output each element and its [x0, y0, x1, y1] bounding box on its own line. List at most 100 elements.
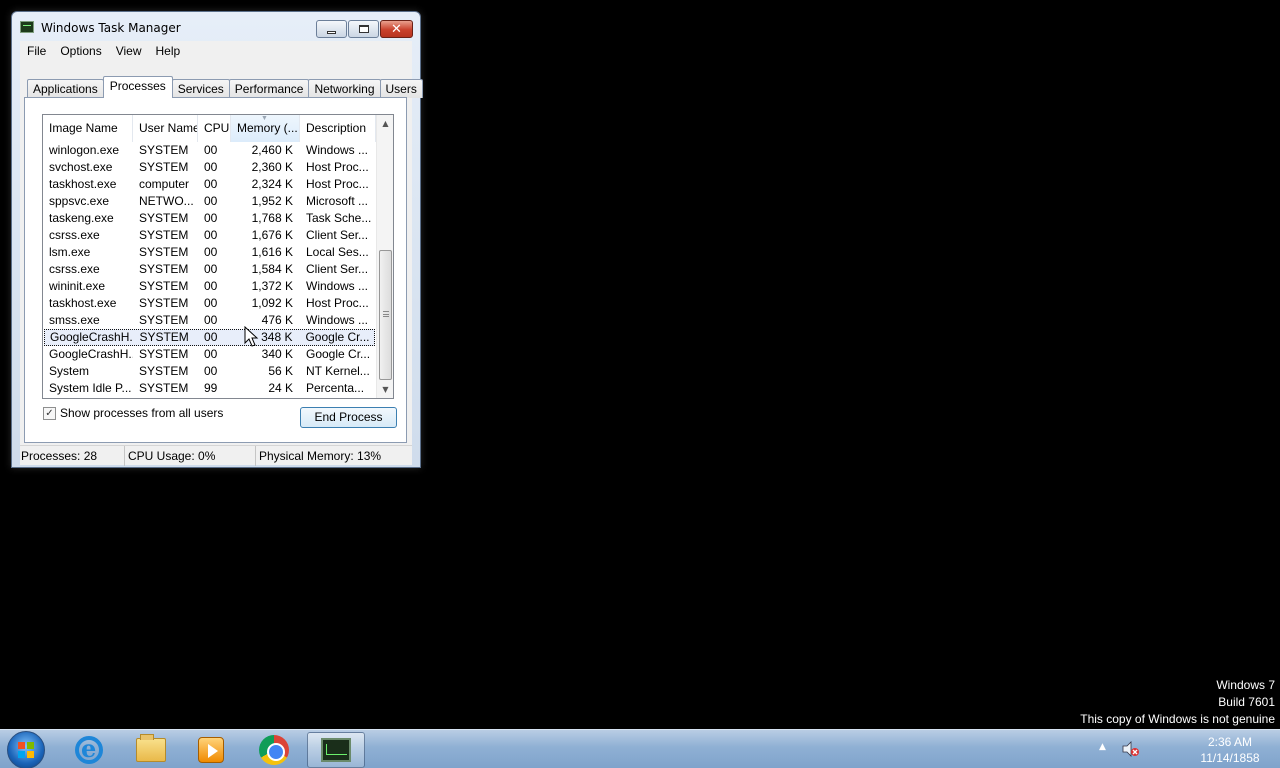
process-cpu: 00 [204, 262, 218, 276]
column-cpu[interactable]: CPU [198, 115, 231, 142]
process-description: NT Kernel... [306, 364, 370, 378]
column-description[interactable]: Description [300, 115, 376, 142]
scroll-thumb[interactable] [379, 250, 392, 380]
taskbar-chrome[interactable] [245, 732, 303, 768]
process-memory: 1,584 K [251, 262, 293, 276]
process-cpu: 00 [204, 177, 218, 191]
close-button[interactable]: ✕ [380, 20, 413, 38]
maximize-button[interactable] [348, 20, 379, 38]
process-row[interactable]: System SYSTEM 00 56 K NT Kernel... [43, 363, 376, 380]
process-cpu: 00 [204, 143, 218, 157]
process-row[interactable]: winlogon.exe SYSTEM 00 2,460 K Windows ... [43, 142, 376, 159]
internet-explorer-icon [75, 734, 103, 764]
process-user-name: SYSTEM [139, 262, 189, 276]
process-image-name: GoogleCrashH... [50, 330, 134, 344]
media-player-icon [198, 737, 224, 763]
tab-performance[interactable]: Performance [228, 79, 310, 98]
process-description: Windows ... [306, 143, 369, 157]
process-row[interactable]: wininit.exe SYSTEM 00 1,372 K Windows ... [43, 278, 376, 295]
process-row[interactable]: csrss.exe SYSTEM 00 1,676 K Client Ser... [43, 227, 376, 244]
task-manager-icon [20, 21, 34, 33]
process-memory: 1,092 K [251, 296, 293, 310]
process-list[interactable]: Image Name User Name CPU ▼ Memory (... D… [42, 114, 394, 399]
process-row[interactable]: smss.exe SYSTEM 00 476 K Windows ... [43, 312, 376, 329]
clock-date: 11/14/1858 [1200, 751, 1260, 765]
show-all-users-checkbox[interactable]: ✓ [43, 406, 56, 420]
column-image-name[interactable]: Image Name [43, 115, 133, 142]
speaker-muted-icon[interactable] [1122, 741, 1140, 757]
process-row[interactable]: sppsvc.exe NETWO... 00 1,952 K Microsoft ... [43, 193, 376, 210]
window-client-area: Applications Processes Services Performa… [20, 61, 423, 445]
process-row[interactable]: taskeng.exe SYSTEM 00 1,768 K Task Sche... [43, 210, 376, 227]
chrome-icon [259, 735, 289, 765]
process-row[interactable]: csrss.exe SYSTEM 00 1,584 K Client Ser... [43, 261, 376, 278]
process-cpu: 00 [204, 160, 218, 174]
column-memory[interactable]: ▼ Memory (... [231, 115, 300, 142]
process-memory: 1,768 K [251, 211, 293, 225]
end-process-button[interactable]: End Process [300, 407, 397, 428]
process-description: Client Ser... [306, 262, 369, 276]
process-image-name: GoogleCrashH... [49, 347, 133, 361]
menu-options[interactable]: Options [53, 44, 108, 58]
column-user-name[interactable]: User Name [133, 115, 198, 142]
taskbar-internet-explorer[interactable] [60, 732, 118, 768]
process-description: Windows ... [306, 313, 369, 327]
maximize-icon [358, 25, 369, 33]
scroll-down-button[interactable]: ▼ [377, 381, 393, 398]
process-memory: 56 K [268, 364, 293, 378]
menu-help[interactable]: Help [149, 44, 188, 58]
process-image-name: sppsvc.exe [49, 194, 110, 208]
process-user-name: SYSTEM [139, 347, 189, 361]
process-row[interactable]: GoogleCrashH... SYSTEM 00 340 K Google Cr... [43, 346, 376, 363]
show-all-users-label[interactable]: Show processes from all users [60, 406, 223, 420]
process-user-name: SYSTEM [139, 381, 189, 395]
window-title: Windows Task Manager [41, 21, 181, 35]
process-user-name: SYSTEM [139, 364, 189, 378]
process-cpu: 00 [204, 228, 218, 242]
show-all-users-option[interactable]: ✓ Show processes from all users [43, 406, 223, 420]
sort-descending-icon: ▼ [261, 115, 268, 122]
show-hidden-icons-button[interactable]: ▲ [1099, 742, 1106, 752]
tab-processes[interactable]: Processes [102, 76, 173, 98]
process-row[interactable]: lsm.exe SYSTEM 00 1,616 K Local Ses... [43, 244, 376, 261]
process-row[interactable]: GoogleCrashH... SYSTEM 00 348 K Google Cr... [44, 329, 375, 346]
process-user-name: SYSTEM [139, 228, 189, 242]
taskbar-task-manager[interactable] [307, 732, 365, 768]
process-cpu: 00 [204, 364, 218, 378]
taskbar-windows-explorer[interactable] [122, 732, 180, 768]
status-cpu-usage: CPU Usage: 0% [125, 446, 256, 466]
status-physical-memory: Physical Memory: 13% [259, 449, 382, 463]
minimize-button[interactable] [316, 20, 347, 38]
system-clock[interactable]: 2:36 AM 11/14/1858 [1190, 734, 1270, 766]
taskbar: ▲ 2:36 AM 11/14/1858 [0, 729, 1280, 768]
process-user-name: SYSTEM [139, 296, 189, 310]
scroll-up-button[interactable]: ▲ [377, 115, 393, 132]
process-memory: 1,676 K [251, 228, 293, 242]
clock-time: 2:36 AM [1207, 735, 1253, 749]
process-row[interactable]: taskhost.exe computer 00 2,324 K Host Proc..… [43, 176, 376, 193]
vertical-scrollbar[interactable]: ▲ ▼ [376, 115, 393, 398]
tab-networking[interactable]: Networking [308, 79, 381, 98]
process-cpu: 00 [204, 211, 218, 225]
process-cpu: 00 [204, 279, 218, 293]
process-memory: 2,460 K [251, 143, 293, 157]
process-cpu: 00 [204, 245, 218, 259]
menu-view[interactable]: View [109, 44, 149, 58]
process-description: Google Cr... [306, 347, 371, 361]
taskbar-media-player[interactable] [182, 732, 240, 768]
column-memory-label: Memory (... [237, 121, 298, 135]
process-cpu: 00 [204, 330, 218, 344]
tab-applications[interactable]: Applications [27, 79, 104, 98]
menu-file[interactable]: File [20, 44, 53, 58]
process-row[interactable]: taskhost.exe SYSTEM 00 1,092 K Host Proc... [43, 295, 376, 312]
process-cpu: 99 [204, 381, 218, 395]
title-bar[interactable]: Windows Task Manager ✕ [12, 12, 420, 40]
start-button[interactable] [7, 731, 45, 768]
process-row[interactable]: svchost.exe SYSTEM 00 2,360 K Host Proc... [43, 159, 376, 176]
process-row[interactable]: System Idle P... SYSTEM 99 24 K Percenta... [43, 380, 376, 397]
tab-users[interactable]: Users [379, 79, 423, 98]
close-icon: ✕ [391, 21, 402, 37]
process-memory: 340 K [261, 347, 293, 361]
process-image-name: taskhost.exe [49, 296, 117, 310]
tab-services[interactable]: Services [171, 79, 230, 98]
